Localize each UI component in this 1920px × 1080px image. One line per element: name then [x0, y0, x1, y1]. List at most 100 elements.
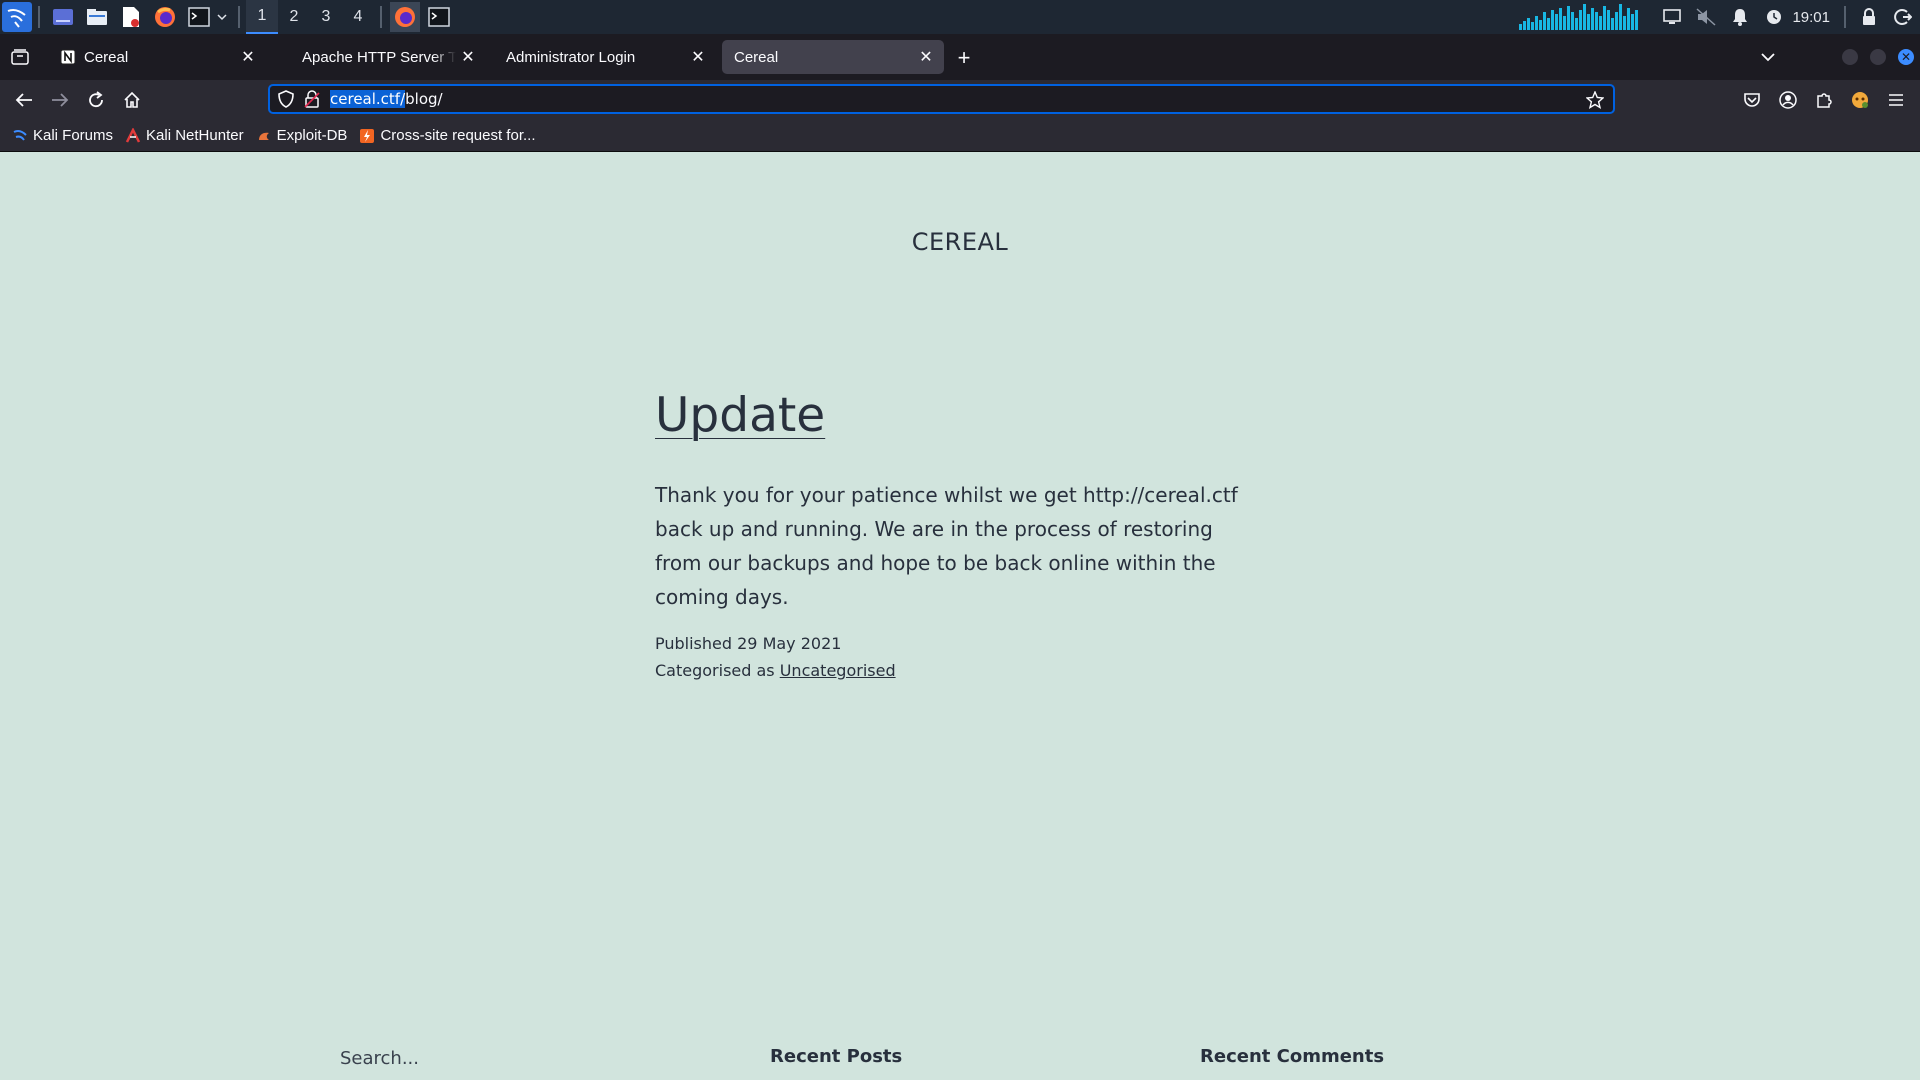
cpu-graph: [1519, 4, 1639, 30]
cpu-graph-bar: [1535, 16, 1539, 30]
close-window-icon[interactable]: ✕: [1898, 49, 1914, 65]
cpu-graph-bar: [1635, 10, 1639, 30]
cpu-graph-bar: [1571, 12, 1575, 30]
tab-overview-icon[interactable]: [0, 34, 40, 80]
hamburger-menu-icon[interactable]: [1878, 84, 1914, 116]
new-tab-plus-icon[interactable]: +: [952, 45, 976, 70]
reload-icon[interactable]: [78, 84, 114, 116]
cpu-graph-bar: [1599, 16, 1603, 30]
lock-icon[interactable]: [1857, 5, 1881, 29]
chevron-down-icon[interactable]: [216, 6, 228, 28]
taskbar-right: 19:01: [1519, 0, 1920, 34]
cpu-graph-bar: [1519, 24, 1523, 30]
terminal-launcher-icon[interactable]: [187, 6, 211, 28]
post-title[interactable]: Update: [655, 388, 825, 443]
cpu-graph-bar: [1587, 14, 1591, 30]
home-icon[interactable]: [114, 84, 150, 116]
cpu-graph-bar: [1611, 18, 1615, 30]
category-link[interactable]: Uncategorised: [780, 661, 896, 680]
insecure-lock-icon[interactable]: [302, 89, 322, 109]
bookmark-kali-nethunter[interactable]: Kali NetHunter: [125, 127, 244, 144]
taskbar-clock[interactable]: 19:01: [1792, 9, 1830, 26]
clock-icon: [1762, 5, 1786, 29]
cpu-graph-bar: [1631, 14, 1635, 30]
bookmark-csrf[interactable]: Cross-site request for...: [359, 127, 536, 144]
recent-comments-heading: Recent Comments: [1200, 1046, 1385, 1067]
account-icon[interactable]: [1770, 84, 1806, 116]
tab-title: Cereal: [734, 48, 779, 66]
cpu-graph-bar: [1579, 10, 1583, 30]
volume-muted-icon[interactable]: [1694, 5, 1718, 29]
close-icon[interactable]: ✕: [914, 45, 938, 69]
cpu-graph-bar: [1591, 8, 1595, 30]
notion-favicon-icon: [60, 49, 76, 65]
nethunter-icon: [125, 127, 141, 144]
workspace-3[interactable]: 3: [310, 0, 342, 34]
post-published-date: Published 29 May 2021: [655, 634, 842, 653]
minimize-window-icon[interactable]: [1842, 49, 1858, 65]
window-controls: ✕: [1750, 34, 1920, 80]
csrf-icon: [359, 128, 375, 144]
workspace-2[interactable]: 2: [278, 0, 310, 34]
cpu-graph-bar: [1531, 22, 1535, 30]
bookmark-exploit-db[interactable]: Exploit-DB: [256, 127, 348, 144]
tab-administrator-login[interactable]: Administrator Login ✕: [494, 40, 716, 74]
bookmark-label: Exploit-DB: [276, 127, 348, 144]
url-path: blog/: [405, 90, 443, 108]
cpu-graph-bar: [1551, 10, 1555, 30]
foxyproxy-extension-icon[interactable]: [1842, 84, 1878, 116]
tab-cereal-active[interactable]: Cereal ✕: [722, 40, 944, 74]
tab-title: Apache HTTP Server Test: [302, 48, 456, 66]
cpu-graph-bar: [1615, 12, 1619, 30]
kali-menu-icon[interactable]: [2, 2, 32, 32]
taskbar-separator: [238, 6, 240, 28]
navigation-toolbar: cereal.ctf/blog/: [0, 80, 1920, 120]
logout-icon[interactable]: [1891, 5, 1915, 29]
cpu-graph-bar: [1559, 8, 1563, 30]
search-input[interactable]: Search...: [340, 1048, 419, 1069]
show-desktop-icon[interactable]: [51, 6, 75, 28]
cpu-graph-bar: [1543, 12, 1547, 30]
taskbar-separator: [380, 6, 382, 28]
post-content: Thank you for your patience whilst we ge…: [655, 483, 1238, 609]
post-category-line: Categorised as Uncategorised: [655, 657, 896, 684]
display-icon[interactable]: [1660, 5, 1684, 29]
tracking-protection-shield-icon[interactable]: [276, 89, 296, 109]
notification-bell-icon[interactable]: [1728, 5, 1752, 29]
tab-cereal-notion[interactable]: Cereal ✕: [48, 40, 266, 74]
extensions-puzzle-icon[interactable]: [1806, 84, 1842, 116]
cpu-graph-bar: [1563, 16, 1567, 30]
cpu-graph-bar: [1527, 18, 1531, 30]
maximize-window-icon[interactable]: [1870, 49, 1886, 65]
forward-arrow-icon[interactable]: [42, 84, 78, 116]
taskbar-separator: [38, 6, 40, 28]
close-icon[interactable]: ✕: [236, 45, 260, 69]
pocket-icon[interactable]: [1734, 84, 1770, 116]
bookmark-label: Kali NetHunter: [146, 127, 244, 144]
firefox-launcher-icon[interactable]: [153, 6, 177, 28]
file-manager-icon[interactable]: [85, 6, 109, 28]
workspace-1[interactable]: 1: [246, 0, 278, 34]
bookmark-kali-forums[interactable]: Kali Forums: [12, 127, 113, 144]
list-all-tabs-chevron-icon[interactable]: [1750, 39, 1786, 75]
url-bar[interactable]: cereal.ctf/blog/: [268, 84, 1615, 114]
post-meta: Published 29 May 2021 Categorised as Unc…: [655, 630, 896, 684]
url-text[interactable]: cereal.ctf/blog/: [330, 90, 443, 108]
close-icon[interactable]: ✕: [686, 45, 710, 69]
firefox-window-icon[interactable]: [390, 2, 420, 32]
workspace-4[interactable]: 4: [342, 0, 374, 34]
system-taskbar: 1 2 3 4 19:01: [0, 0, 1920, 34]
web-page-content: CEREAL Update Thank you for your patienc…: [0, 152, 1920, 1080]
site-title[interactable]: CEREAL: [0, 228, 1920, 256]
exploit-db-icon: [256, 128, 272, 144]
cpu-graph-bar: [1627, 8, 1631, 30]
bookmark-star-icon[interactable]: [1585, 90, 1605, 110]
cpu-graph-bar: [1555, 14, 1559, 30]
cpu-graph-bar: [1607, 10, 1611, 30]
back-arrow-icon[interactable]: [6, 84, 42, 116]
close-icon[interactable]: ✕: [456, 45, 480, 69]
tab-apache-test[interactable]: Apache HTTP Server Test ✕: [290, 40, 486, 74]
bookmarks-toolbar: Kali Forums Kali NetHunter Exploit-DB Cr…: [0, 120, 1920, 152]
terminal-window-icon[interactable]: [427, 6, 451, 28]
text-editor-icon[interactable]: [119, 6, 143, 28]
